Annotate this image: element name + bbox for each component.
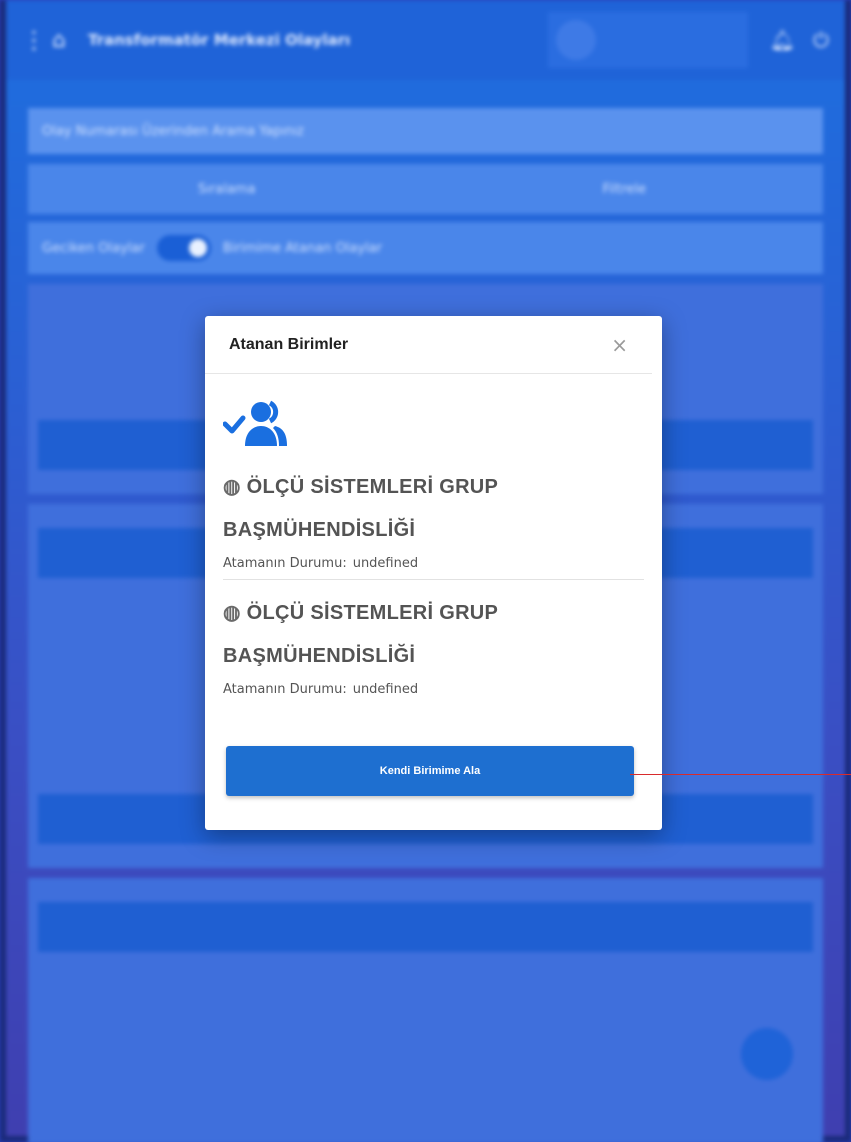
modal-overlay: Atanan Birimler × ◍ ÖLÇÜ SİSTEMLERİ GRUP…	[0, 0, 851, 1142]
unit-name: ◍ ÖLÇÜ SİSTEMLERİ GRUP BAŞMÜHENDİSLİĞİ	[223, 592, 644, 678]
assigned-units-modal: Atanan Birimler × ◍ ÖLÇÜ SİSTEMLERİ GRUP…	[205, 316, 662, 830]
assignment-status: Atamanın Durumu: undefined	[223, 556, 644, 571]
modal-title: Atanan Birimler	[229, 335, 349, 353]
unit-name-line2: BAŞMÜHENDİSLİĞİ	[223, 645, 416, 667]
unit-name-line2: BAŞMÜHENDİSLİĞİ	[223, 519, 416, 541]
modal-header: Atanan Birimler ×	[205, 316, 652, 374]
users-check-icon	[222, 400, 287, 446]
status-label: Atamanın Durumu:	[223, 556, 347, 571]
unit-name-line1: ÖLÇÜ SİSTEMLERİ GRUP	[246, 602, 499, 624]
claim-to-my-unit-button[interactable]: Kendi Birimime Ala	[226, 746, 634, 796]
annotation-line	[630, 774, 851, 775]
status-value: undefined	[352, 682, 419, 697]
assigned-unit: ◍ ÖLÇÜ SİSTEMLERİ GRUP BAŞMÜHENDİSLİĞİ A…	[223, 466, 644, 571]
unit-name: ◍ ÖLÇÜ SİSTEMLERİ GRUP BAŞMÜHENDİSLİĞİ	[223, 466, 644, 552]
status-value: undefined	[352, 556, 419, 571]
assigned-unit: ◍ ÖLÇÜ SİSTEMLERİ GRUP BAŞMÜHENDİSLİĞİ A…	[223, 592, 644, 697]
divider	[223, 579, 644, 580]
globe-icon: ◍	[223, 476, 241, 498]
status-label: Atamanın Durumu:	[223, 682, 347, 697]
globe-icon: ◍	[223, 602, 241, 624]
modal-body: ◍ ÖLÇÜ SİSTEMLERİ GRUP BAŞMÜHENDİSLİĞİ A…	[205, 374, 662, 697]
close-icon[interactable]: ×	[611, 333, 628, 357]
assignment-status: Atamanın Durumu: undefined	[223, 682, 644, 697]
unit-name-line1: ÖLÇÜ SİSTEMLERİ GRUP	[246, 476, 499, 498]
